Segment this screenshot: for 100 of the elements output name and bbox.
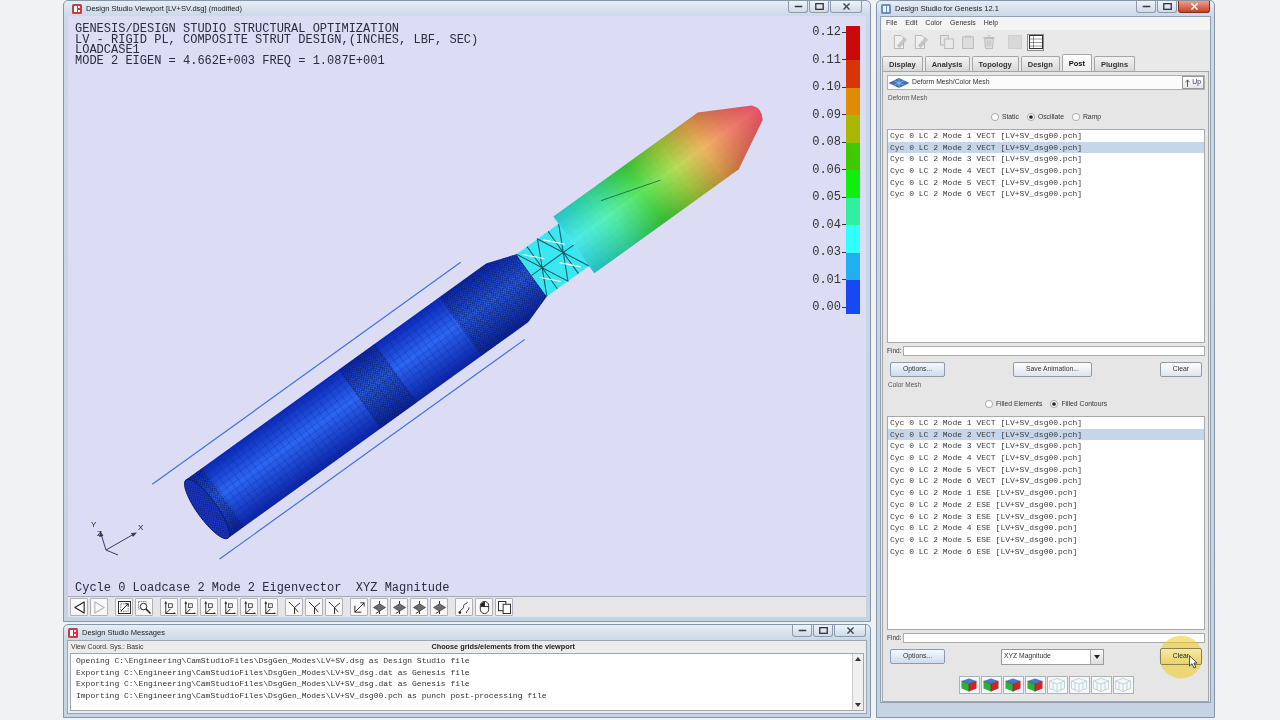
header-text: GENESIS/DESIGN STUDIO STRUCTURAL OPTIMIZATION [75, 24, 400, 35]
wireframe-icon [1093, 678, 1109, 692]
list-grid-icon [1028, 35, 1043, 49]
toolbar-button[interactable] [350, 598, 368, 616]
minimize-icon [1141, 5, 1151, 8]
minimize-icon [793, 5, 803, 8]
legend-value: 0.03 [812, 246, 846, 258]
toolbar-button[interactable] [455, 598, 473, 616]
toolbar-button[interactable] [430, 598, 448, 616]
list-item[interactable]: Cyc 0 LC 2 Mode 4 VECT [LV+SV_dsg00.pch] [888, 165, 1204, 177]
toolbar-button[interactable] [410, 598, 428, 616]
toolbar-button[interactable] [495, 598, 513, 616]
toolbar-button[interactable] [305, 598, 323, 616]
app-logo-icon [72, 3, 82, 14]
toolbar-button[interactable] [285, 598, 303, 616]
toolbar-button[interactable] [180, 598, 198, 616]
minimize-button[interactable] [792, 625, 812, 637]
list-item[interactable]: Cyc 0 LC 2 Mode 3 ESE [LV+SV_dsg00.pch] [888, 510, 1204, 523]
find-field[interactable] [903, 632, 1205, 643]
curve-icon [457, 600, 471, 614]
close-button[interactable] [1178, 1, 1210, 13]
axes-icon [262, 600, 276, 614]
toolbar-button[interactable] [240, 598, 258, 616]
toolbar-button[interactable] [475, 598, 493, 616]
axes-icon [222, 600, 236, 614]
legend-value: 0.08 [812, 136, 846, 148]
list-item[interactable]: Cyc 0 LC 2 Mode 5 VECT [LV+SV_dsg00.pch] [888, 176, 1204, 189]
minimize-icon [797, 629, 807, 632]
axes-icon [162, 600, 176, 614]
axes-icon [202, 600, 216, 614]
wireframe-icon [1071, 678, 1087, 692]
plate-icon [392, 600, 406, 614]
wireframe-icon [1115, 678, 1131, 692]
vertical-scrollbar[interactable] [852, 654, 863, 710]
find-field[interactable] [903, 345, 1205, 356]
maximize-button[interactable] [813, 625, 833, 637]
legend-value: 0.06 [812, 163, 846, 176]
log-line: Exporting C:\Engineering\CamStudioFiles\DsgGen_Modes\LV+SV_dsg.dat as Genesis file [76, 666, 470, 679]
axes-icon [182, 600, 196, 614]
list-item[interactable]: Cyc 0 LC 2 Mode 3 VECT [LV+SV_dsg00.pch] [888, 440, 1204, 453]
maximize-icon [814, 3, 824, 10]
up-arrow-icon [1185, 78, 1191, 87]
shaded-mesh-icon [1027, 678, 1043, 692]
list-item[interactable]: Cyc 0 LC 2 Mode 5 VECT [LV+SV_dsg00.pch] [888, 463, 1204, 476]
legend-value: 0.00 [812, 301, 846, 313]
close-button[interactable] [834, 625, 866, 637]
display-mode-button[interactable] [1002, 676, 1024, 694]
list-item[interactable]: Cyc 0 LC 2 Mode 1 VECT [LV+SV_dsg00.pch] [888, 417, 1204, 429]
display-mode-button[interactable] [958, 676, 980, 694]
maximize-button[interactable] [1157, 1, 1177, 13]
list-item[interactable]: Cyc 0 LC 2 Mode 2 VECT [LV+SV_dsg00.pch] [888, 428, 1204, 441]
branch-icon [287, 600, 301, 614]
list-item[interactable]: Cyc 0 LC 2 Mode 6 VECT [LV+SV_dsg00.pch] [888, 475, 1204, 488]
list-item[interactable]: Cyc 0 LC 2 Mode 6 VECT [LV+SV_dsg00.pch] [888, 188, 1204, 201]
shaded-mesh-icon [983, 678, 999, 692]
plate-icon [412, 600, 426, 614]
list-item[interactable]: Cyc 0 LC 2 Mode 4 ESE [LV+SV_dsg00.pch] [888, 522, 1204, 534]
legend-value: 0.05 [812, 191, 846, 203]
left-triangle-icon [72, 600, 86, 614]
legend-value: 0.11 [812, 53, 846, 66]
toolbar-button[interactable] [1027, 33, 1044, 51]
toolbar-button[interactable] [260, 598, 278, 616]
toolbar-button[interactable] [115, 598, 133, 616]
display-mode-button[interactable] [1024, 676, 1046, 694]
list-item[interactable]: Cyc 0 LC 2 Mode 1 ESE [LV+SV_dsg00.pch] [888, 487, 1204, 499]
caret-icon [1093, 654, 1100, 659]
mesh-plate-icon [889, 77, 909, 88]
maximize-icon [818, 627, 828, 634]
list-item[interactable]: Cyc 0 LC 2 Mode 1 VECT [LV+SV_dsg00.pch] [888, 130, 1204, 142]
list-item[interactable]: Cyc 0 LC 2 Mode 3 VECT [LV+SV_dsg00.pch] [888, 153, 1204, 166]
list-item[interactable]: Cyc 0 LC 2 Mode 6 ESE [LV+SV_dsg00.pch] [888, 545, 1204, 558]
toolbar-button[interactable] [160, 598, 178, 616]
display-mode-button[interactable] [980, 676, 1002, 694]
toolbar-button[interactable] [370, 598, 388, 616]
close-icon [846, 627, 854, 634]
minimize-button[interactable] [1136, 1, 1156, 13]
list-item[interactable]: Cyc 0 LC 2 Mode 5 ESE [LV+SV_dsg00.pch] [888, 533, 1204, 546]
close-button[interactable] [830, 1, 862, 13]
toolbar-button[interactable] [135, 598, 153, 616]
app-logo-icon [881, 3, 891, 14]
plate-icon [432, 600, 446, 614]
list-item[interactable]: Cyc 0 LC 2 Mode 4 VECT [LV+SV_dsg00.pch] [888, 452, 1204, 464]
mouse-pointer-icon [1188, 655, 1198, 669]
toolbar-button[interactable] [200, 598, 218, 616]
toolbar-button[interactable] [220, 598, 238, 616]
mouse-icon [477, 600, 491, 614]
toolbar-button[interactable] [390, 598, 408, 616]
list-item[interactable]: Cyc 0 LC 2 Mode 2 ESE [LV+SV_dsg00.pch] [888, 498, 1204, 511]
shaded-mesh-icon [961, 678, 977, 692]
legend-value: 0.04 [812, 218, 846, 231]
copy-icon [939, 35, 954, 49]
log-line: Importing C:\Engineering\CamStudioFiles\DsgGen_Modes\LV+SV_dsg00.pch as punch post-processing file [76, 690, 547, 702]
close-icon [842, 3, 850, 10]
toolbar-button[interactable] [70, 598, 88, 616]
toolbar-button[interactable] [325, 598, 343, 616]
minimize-button[interactable] [788, 1, 808, 13]
list-item[interactable]: Cyc 0 LC 2 Mode 2 VECT [LV+SV_dsg00.pch] [888, 141, 1204, 154]
axis-label: Z [97, 529, 102, 538]
result-status-text: Cycle 0 Loadcase 2 Mode 2 Eigenvector XYZ Magnitude [75, 582, 450, 594]
maximize-button[interactable] [809, 1, 829, 13]
